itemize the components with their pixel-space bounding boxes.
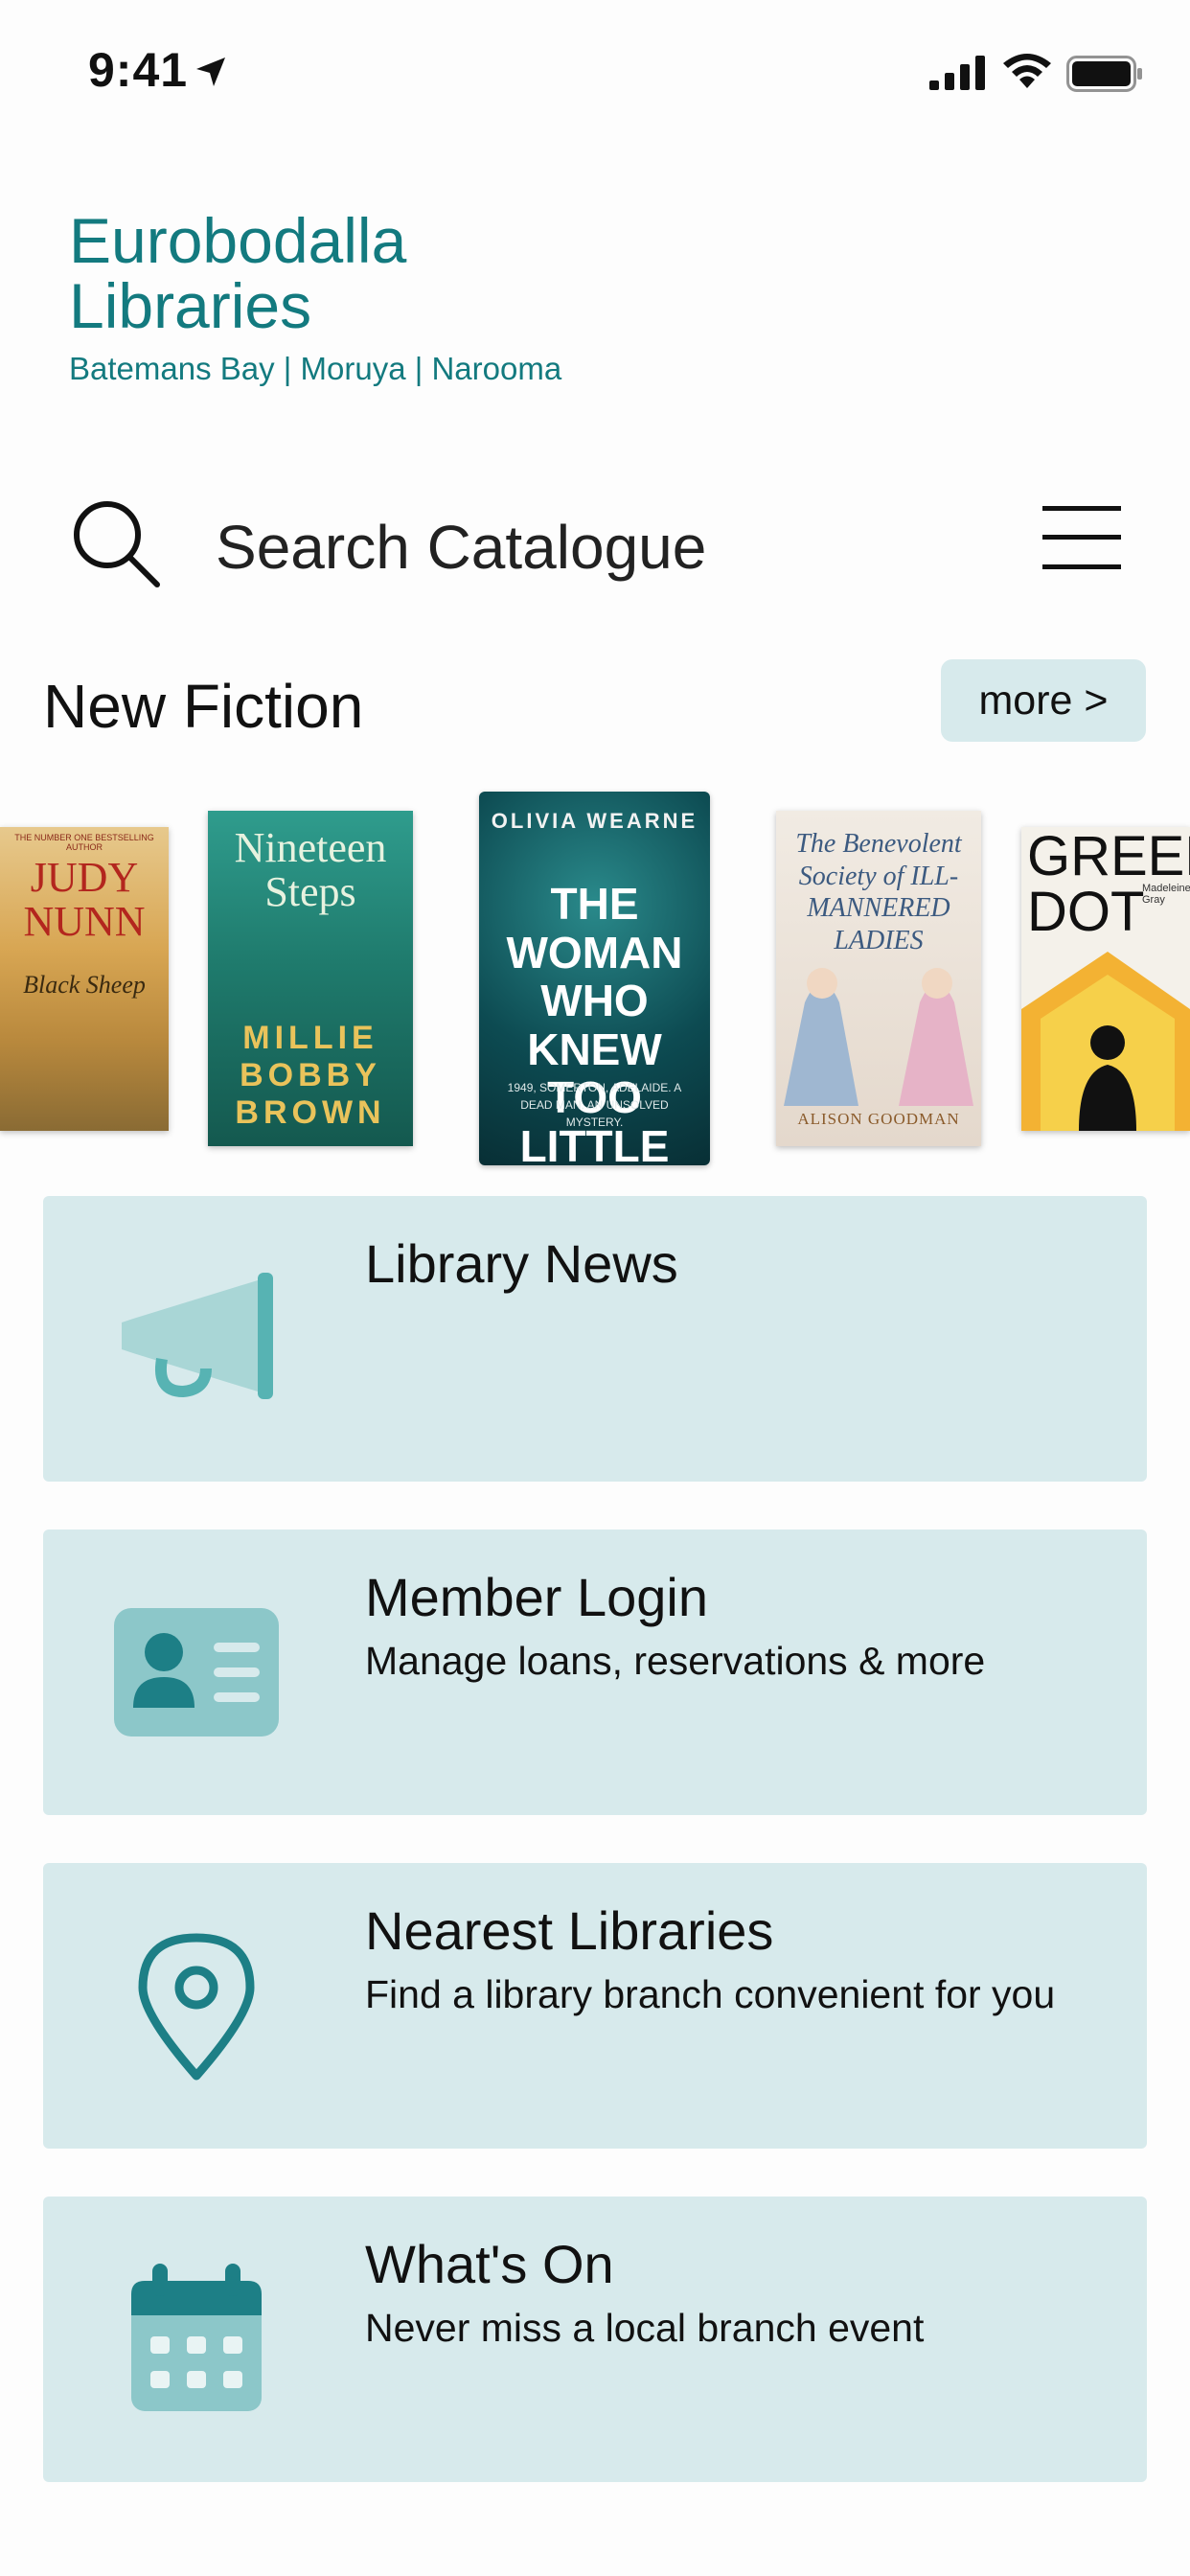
card-subtitle: Manage loans, reservations & more — [365, 1639, 986, 1683]
book-illustration — [1021, 952, 1190, 1131]
hamburger-menu-icon[interactable] — [1042, 506, 1121, 569]
card-member-login[interactable]: Member Login Manage loans, reservations … — [43, 1530, 1147, 1815]
more-button[interactable]: more > — [941, 659, 1146, 742]
book-author: OLIVIA WEARNE — [491, 809, 698, 833]
book-cover-benevolent-society[interactable]: The Benevolent Society of ILL-MANNERED L… — [776, 811, 981, 1146]
map-pin-icon — [138, 1933, 255, 2081]
book-author: MILLIE BOBBY BROWN — [235, 1020, 386, 1132]
card-whats-on[interactable]: What's On Never miss a local branch even… — [43, 2196, 1147, 2482]
brand-subtitle: Batemans Bay | Moruya | Narooma — [69, 351, 562, 386]
brand-title-line1: Eurobodalla — [69, 205, 407, 276]
book-tagline: 1949, SOMERTON, ADELAIDE. A DEAD MAN. AN… — [507, 1081, 682, 1129]
megaphone-icon — [122, 1273, 273, 1399]
wifi-icon — [1003, 54, 1051, 88]
battery-icon — [1066, 56, 1142, 92]
status-time: 9:41 — [88, 43, 189, 97]
card-title: Nearest Libraries — [365, 1900, 774, 1961]
book-author: Madeleine Gray — [1142, 883, 1190, 906]
book-banner: THE NUMBER ONE BESTSELLING AUTHOR — [14, 833, 154, 852]
section-title-new-fiction: New Fiction — [43, 672, 364, 741]
card-title: What's On — [365, 2234, 614, 2294]
search-icon[interactable] — [69, 496, 161, 588]
card-nearest-libraries[interactable]: Nearest Libraries Find a library branch … — [43, 1863, 1147, 2149]
card-library-news[interactable]: Library News — [43, 1196, 1147, 1482]
book-cover-woman-who-knew-too-little[interactable]: OLIVIA WEARNE THE WOMAN WHO KNEW TOO LIT… — [479, 792, 710, 1165]
location-arrow-icon — [196, 58, 225, 86]
card-title: Member Login — [365, 1567, 708, 1627]
calendar-icon — [131, 2264, 262, 2411]
book-title: Black Sheep — [23, 971, 146, 999]
book-author: JUDY NUNN — [23, 854, 146, 946]
book-cover-black-sheep[interactable]: THE NUMBER ONE BESTSELLING AUTHOR JUDY N… — [0, 827, 169, 1131]
book-illustration — [784, 968, 973, 1106]
id-card-icon — [114, 1608, 279, 1736]
card-title: Library News — [365, 1233, 678, 1294]
book-title: The Benevolent Society of ILL-MANNERED L… — [795, 829, 962, 955]
book-cover-green-dot[interactable]: GREEN DOT Madeleine Gray — [1021, 827, 1190, 1131]
book-author: ALISON GOODMAN — [797, 1110, 960, 1128]
card-subtitle: Never miss a local branch event — [365, 2306, 925, 2350]
search-catalogue-label[interactable]: Search Catalogue — [216, 512, 706, 583]
card-subtitle: Find a library branch convenient for you — [365, 1972, 1056, 2016]
signal-icon — [929, 56, 985, 90]
brand-title-line2: Libraries — [69, 270, 312, 341]
book-title: Nineteen Steps — [234, 824, 387, 916]
book-cover-nineteen-steps[interactable]: Nineteen Steps MILLIE BOBBY BROWN — [208, 811, 413, 1146]
